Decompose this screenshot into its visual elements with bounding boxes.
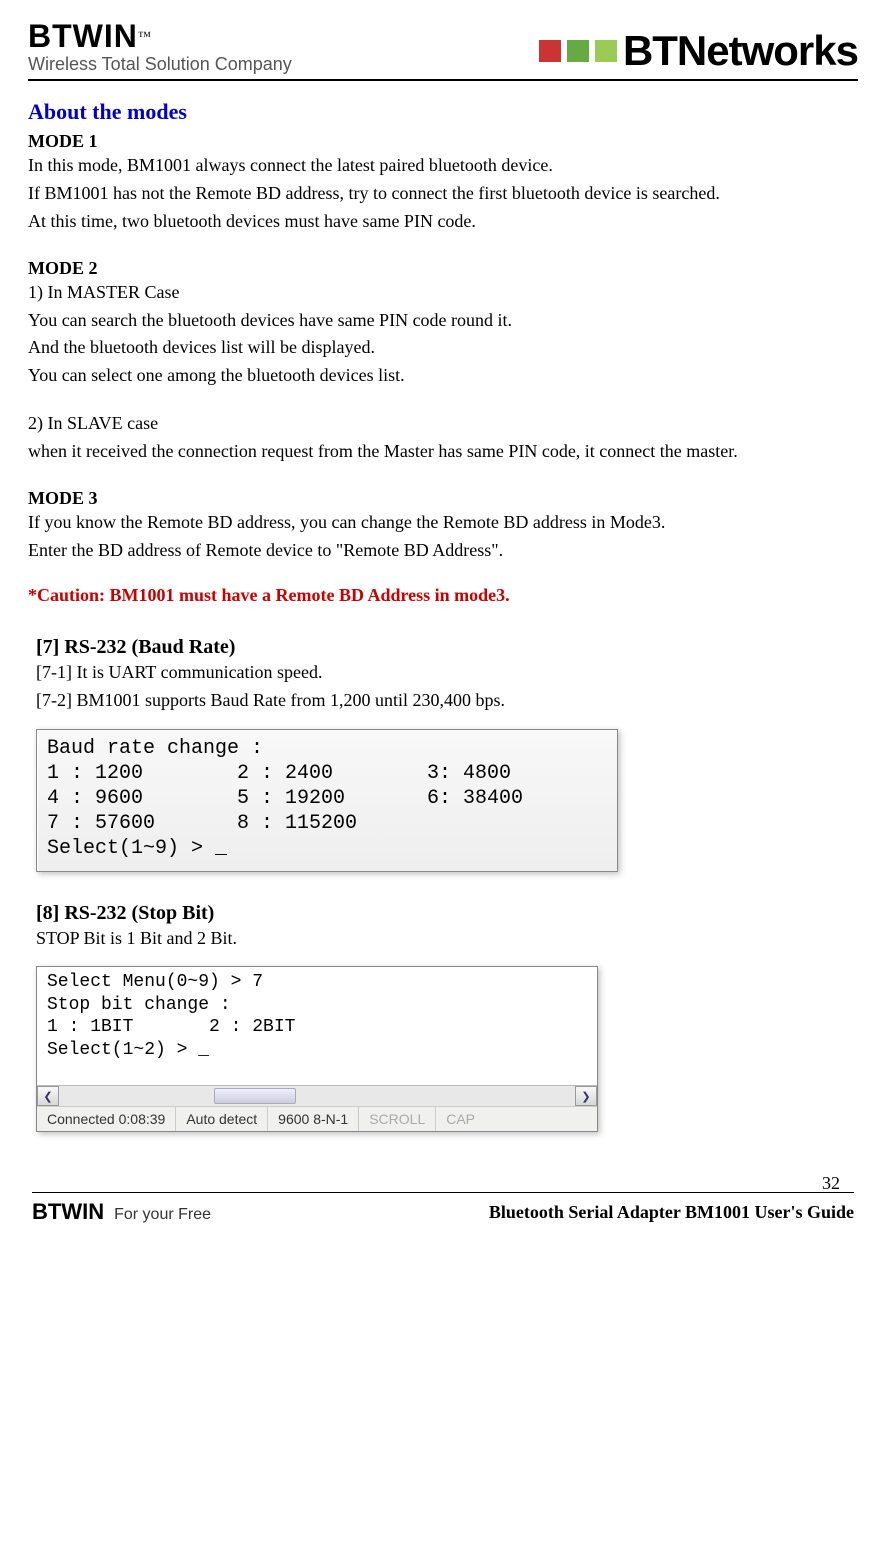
stopbit-opt-2: 2 : 2BIT (209, 1017, 295, 1037)
btwin-logo: BTWIN™ (28, 20, 292, 52)
btnetworks-logo: BTNetworks (539, 27, 858, 75)
section8-heading: [8] RS-232 (Stop Bit) (36, 902, 858, 925)
logo-square-red-icon (539, 40, 561, 62)
mode2-slave-heading: 2) In SLAVE case (28, 410, 858, 438)
term-title: Baud rate change : (47, 736, 607, 761)
status-scroll: SCROLL (359, 1107, 436, 1131)
section7-heading: [7] RS-232 (Baud Rate) (36, 636, 858, 659)
mode2-m1: You can search the bluetooth devices hav… (28, 307, 858, 335)
horizontal-scrollbar[interactable]: ❮ ❯ (37, 1085, 597, 1106)
status-port: 9600 8-N-1 (268, 1107, 359, 1131)
mode2-m3: You can select one among the bluetooth d… (28, 362, 858, 390)
mode2-heading: MODE 2 (28, 258, 858, 279)
header-left: BTWIN™ Wireless Total Solution Company (28, 20, 292, 75)
section8-l1: STOP Bit is 1 Bit and 2 Bit. (36, 925, 858, 953)
term2-prompt: Select(1~2) > _ (47, 1039, 587, 1062)
term2-l2: Stop bit change : (47, 994, 587, 1017)
section-title: About the modes (28, 99, 858, 125)
mode3-l2: Enter the BD address of Remote device to… (28, 537, 858, 565)
status-autodetect: Auto detect (176, 1107, 268, 1131)
status-connected: Connected 0:08:39 (37, 1107, 176, 1131)
logo-square-green2-icon (595, 40, 617, 62)
footer-guide-title: Bluetooth Serial Adapter BM1001 User's G… (489, 1202, 854, 1223)
footer-left: BTWIN For your Free (32, 1199, 211, 1225)
page-number: 32 (822, 1173, 840, 1194)
logo-tm: ™ (138, 29, 151, 44)
mode1-line3: At this time, two bluetooth devices must… (28, 208, 858, 236)
logo-square-green1-icon (567, 40, 589, 62)
scroll-track[interactable] (59, 1087, 575, 1105)
chevron-right-icon: ❯ (581, 1090, 590, 1103)
mode1-line2: If BM1001 has not the Remote BD address,… (28, 180, 858, 208)
baud-opt-4: 4 : 9600 (47, 786, 197, 811)
baud-opt-8: 8 : 115200 (237, 811, 387, 836)
status-caps: CAP (436, 1107, 485, 1131)
term2-l1: Select Menu(0~9) > 7 (47, 971, 587, 994)
footer-tagline: For your Free (114, 1206, 211, 1224)
mode3-heading: MODE 3 (28, 488, 858, 509)
footer-rule (32, 1192, 854, 1193)
stop-bit-terminal-window: Select Menu(0~9) > 7 Stop bit change : 1… (36, 966, 598, 1132)
baud-opt-1: 1 : 1200 (47, 761, 197, 786)
section7-l1: [7-1] It is UART communication speed. (36, 659, 858, 687)
mode1-line1: In this mode, BM1001 always connect the … (28, 152, 858, 180)
page-header: BTWIN™ Wireless Total Solution Company B… (28, 20, 858, 81)
stopbit-opt-1: 1 : 1BIT (47, 1017, 133, 1037)
mode2-master-heading: 1) In MASTER Case (28, 279, 858, 307)
baud-opt-5: 5 : 19200 (237, 786, 387, 811)
mode3-l1: If you know the Remote BD address, you c… (28, 509, 858, 537)
baud-opt-6: 6: 38400 (427, 786, 577, 811)
logo-text: BTWIN (28, 18, 138, 54)
page-footer: BTWIN For your Free Bluetooth Serial Ada… (28, 1199, 858, 1235)
scroll-left-button[interactable]: ❮ (37, 1086, 59, 1106)
footer-logo: BTWIN (32, 1199, 104, 1225)
baud-opt-3: 3: 4800 (427, 761, 577, 786)
section7-l2: [7-2] BM1001 supports Baud Rate from 1,2… (36, 687, 858, 715)
scroll-thumb[interactable] (214, 1088, 296, 1104)
mode2-m2: And the bluetooth devices list will be d… (28, 334, 858, 362)
scroll-right-button[interactable]: ❯ (575, 1086, 597, 1106)
chevron-left-icon: ❮ (43, 1090, 52, 1103)
mode1-heading: MODE 1 (28, 131, 858, 152)
mode2-s1: when it received the connection request … (28, 438, 858, 466)
btnetworks-text: BTNetworks (623, 27, 858, 75)
status-bar: Connected 0:08:39 Auto detect 9600 8-N-1… (37, 1106, 597, 1131)
header-subtitle: Wireless Total Solution Company (28, 54, 292, 75)
stop-bit-terminal: Select Menu(0~9) > 7 Stop bit change : 1… (37, 967, 597, 1085)
baud-opt-7: 7 : 57600 (47, 811, 197, 836)
baud-prompt: Select(1~9) > _ (47, 836, 607, 861)
baud-opt-2: 2 : 2400 (237, 761, 387, 786)
caution-text: *Caution: BM1001 must have a Remote BD A… (28, 585, 858, 606)
baud-rate-terminal: Baud rate change : 1 : 1200 2 : 2400 3: … (36, 729, 618, 872)
